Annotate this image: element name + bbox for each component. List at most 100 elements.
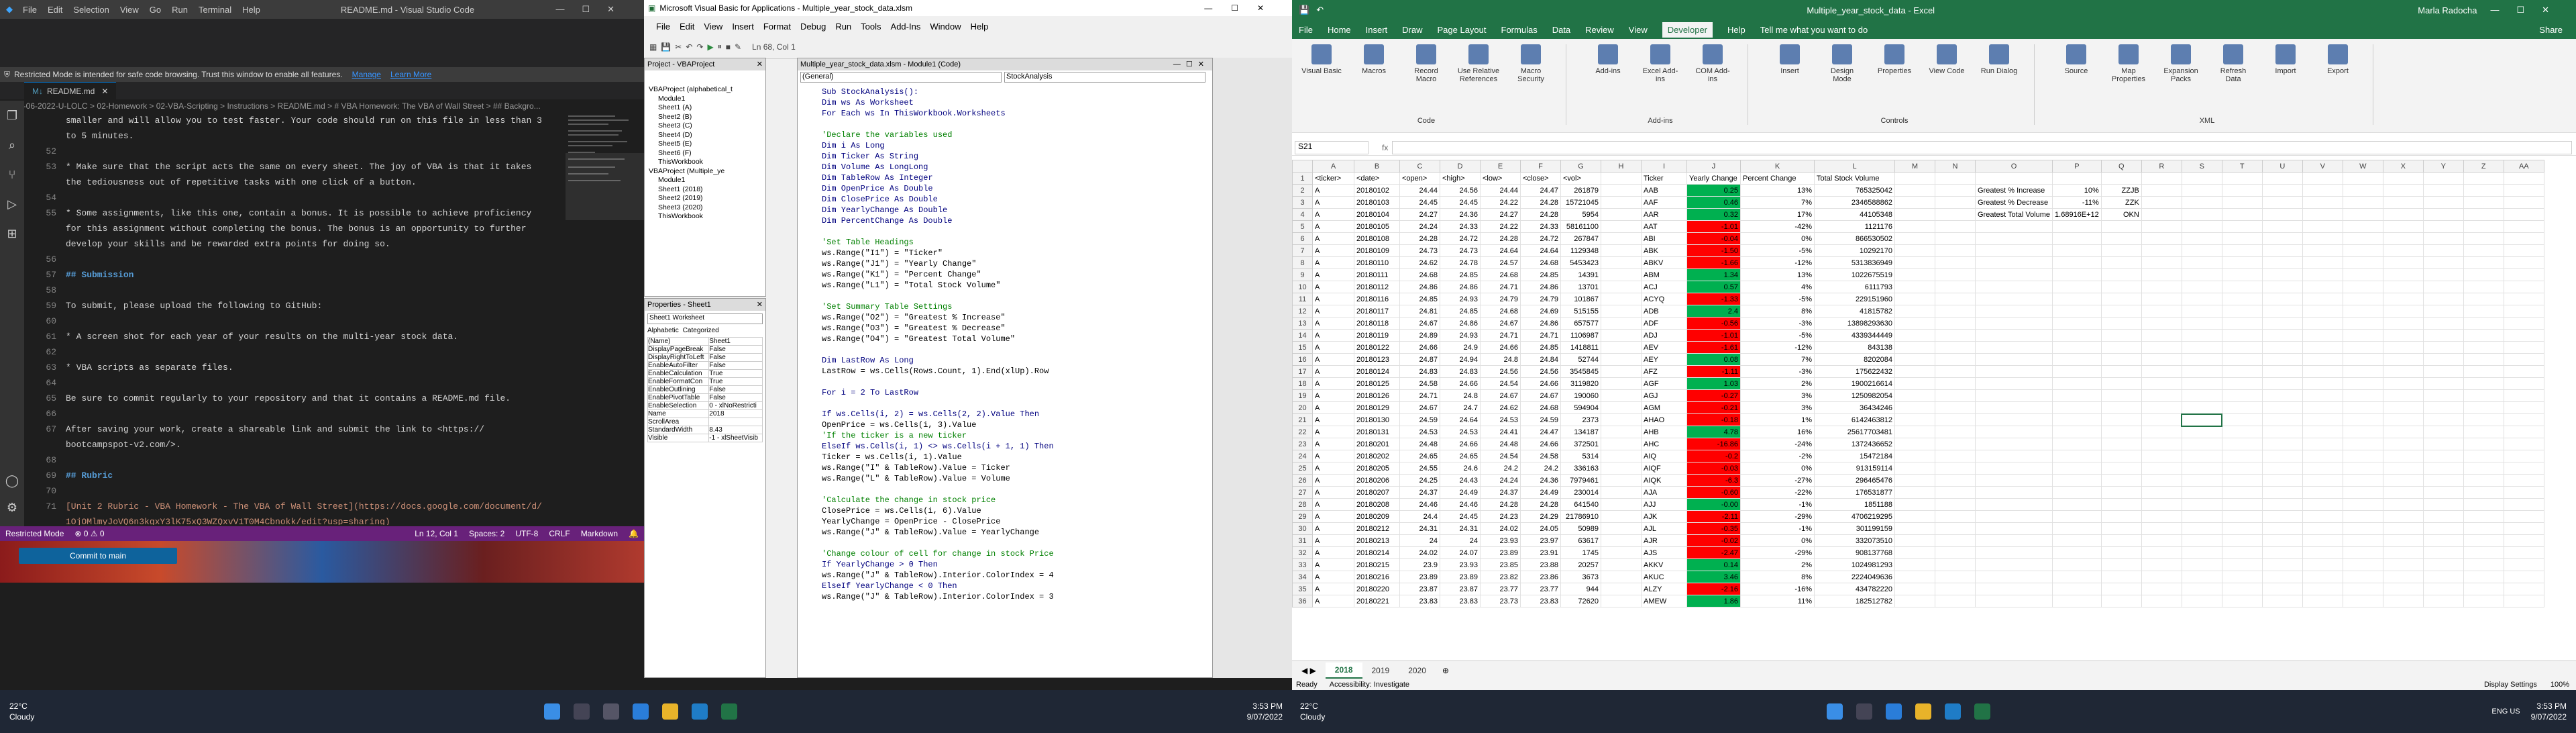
cell[interactable]	[1894, 426, 1935, 438]
property-row[interactable]: EnableAutoFilter False	[647, 361, 763, 370]
column-header[interactable]: O	[1974, 160, 2053, 173]
cell[interactable]: 24.93	[1440, 329, 1481, 342]
cell[interactable]: 24.6	[1440, 462, 1481, 475]
cell[interactable]	[1601, 438, 1642, 450]
cell[interactable]: A	[1312, 268, 1354, 281]
cell[interactable]: 2373	[1560, 413, 1601, 426]
cell[interactable]: -0.02	[1686, 534, 1741, 547]
cell[interactable]	[2261, 353, 2303, 366]
cell[interactable]: 24.8	[1480, 353, 1521, 366]
cell[interactable]	[2100, 329, 2142, 342]
cell[interactable]: 1022675519	[1814, 268, 1895, 281]
cell[interactable]	[2221, 268, 2263, 281]
cell[interactable]	[1974, 413, 2053, 426]
cell[interactable]	[2221, 365, 2263, 378]
cell[interactable]	[2261, 474, 2303, 487]
cell[interactable]	[1935, 426, 1976, 438]
cell[interactable]: 434782220	[1814, 583, 1895, 595]
cell[interactable]	[2100, 377, 2142, 390]
weather-temp[interactable]: 22°C	[1300, 701, 1325, 712]
project-tree-item[interactable]: Module1	[649, 176, 765, 185]
cell[interactable]	[2463, 546, 2504, 559]
cell[interactable]	[1935, 438, 1976, 450]
design-mode-icon[interactable]: ✎	[735, 42, 741, 52]
cell[interactable]: Ticker	[1641, 172, 1687, 185]
markdown-editor[interactable]: smaller and will allow you to test faste…	[24, 113, 564, 525]
cell[interactable]: 24.48	[1480, 438, 1521, 450]
cell[interactable]	[2181, 498, 2222, 511]
cell[interactable]	[2221, 377, 2263, 390]
cell[interactable]: 5954	[1560, 208, 1601, 221]
cell[interactable]	[1894, 546, 1935, 559]
cell[interactable]: A	[1312, 595, 1354, 607]
cell[interactable]	[1894, 583, 1935, 595]
property-value[interactable]: False	[708, 345, 763, 354]
cell[interactable]: 24.67	[1399, 401, 1440, 414]
cell[interactable]	[2181, 365, 2222, 378]
cell[interactable]: 24.68	[1480, 268, 1521, 281]
cell[interactable]	[2141, 498, 2182, 511]
cell[interactable]: 24.28	[1399, 232, 1440, 245]
cell[interactable]	[2100, 426, 2142, 438]
search-icon[interactable]	[1856, 703, 1872, 720]
cell[interactable]	[2302, 583, 2343, 595]
cell[interactable]	[2463, 389, 2504, 402]
cell[interactable]: ABM	[1641, 268, 1687, 281]
cell[interactable]	[2181, 268, 2222, 281]
column-header[interactable]: W	[2342, 160, 2383, 173]
cell[interactable]	[2422, 450, 2464, 462]
cell[interactable]: 1851188	[1814, 498, 1895, 511]
cell[interactable]	[2221, 353, 2263, 366]
cell[interactable]	[2261, 498, 2303, 511]
cell[interactable]	[2342, 498, 2383, 511]
cell[interactable]: 24.72	[1440, 232, 1481, 245]
cell[interactable]: 63617	[1560, 534, 1601, 547]
cell[interactable]: 336163	[1560, 462, 1601, 475]
cell[interactable]: 182512782	[1814, 595, 1895, 607]
minimap[interactable]	[566, 113, 644, 525]
cell[interactable]	[2503, 377, 2544, 390]
cell[interactable]	[2100, 438, 2142, 450]
cell[interactable]	[2302, 426, 2343, 438]
cell[interactable]	[2422, 365, 2464, 378]
cell[interactable]: 24.71	[1480, 281, 1521, 293]
cell[interactable]	[2221, 510, 2263, 523]
cell[interactable]	[2052, 510, 2102, 523]
cell[interactable]: 24.4	[1399, 510, 1440, 523]
cell[interactable]: 24.66	[1440, 438, 1481, 450]
indentation[interactable]: Spaces: 2	[464, 529, 510, 538]
cell[interactable]: 24.36	[1520, 474, 1561, 487]
cell[interactable]	[2503, 220, 2544, 233]
cell[interactable]	[2052, 522, 2102, 535]
summary-cell[interactable]: -11%	[2052, 196, 2102, 209]
cell[interactable]	[2463, 534, 2504, 547]
vscode-icon[interactable]	[691, 703, 708, 720]
cell[interactable]	[2221, 413, 2263, 426]
cell[interactable]	[2100, 571, 2142, 583]
cell[interactable]	[1935, 510, 1976, 523]
cell[interactable]	[2221, 595, 2263, 607]
learn-more-link[interactable]: Learn More	[390, 70, 431, 79]
cell[interactable]	[2181, 462, 2222, 475]
cell[interactable]	[1601, 317, 1642, 330]
cell[interactable]	[1974, 377, 2053, 390]
ribbon-button[interactable]: Macro Security	[1509, 44, 1552, 117]
cell[interactable]: 24	[1399, 534, 1440, 547]
column-header[interactable]: Q	[2100, 160, 2142, 173]
cell[interactable]: ACJ	[1641, 281, 1687, 293]
cell[interactable]	[2141, 317, 2182, 330]
cell[interactable]: 190060	[1560, 389, 1601, 402]
excel-icon[interactable]	[720, 703, 737, 720]
cell[interactable]	[1935, 498, 1976, 511]
cell[interactable]: 24.46	[1399, 498, 1440, 511]
cell[interactable]	[2100, 220, 2142, 233]
cell[interactable]: 24.2	[1480, 462, 1521, 475]
cell[interactable]	[1894, 208, 1935, 221]
cell[interactable]	[2463, 329, 2504, 342]
cell[interactable]	[2181, 377, 2222, 390]
cell[interactable]: 1121176	[1814, 220, 1895, 233]
cell[interactable]: 24.45	[1399, 196, 1440, 209]
cell[interactable]: AKKV	[1641, 558, 1687, 571]
cell[interactable]	[2342, 462, 2383, 475]
ribbon-button[interactable]: Visual Basic	[1300, 44, 1343, 117]
